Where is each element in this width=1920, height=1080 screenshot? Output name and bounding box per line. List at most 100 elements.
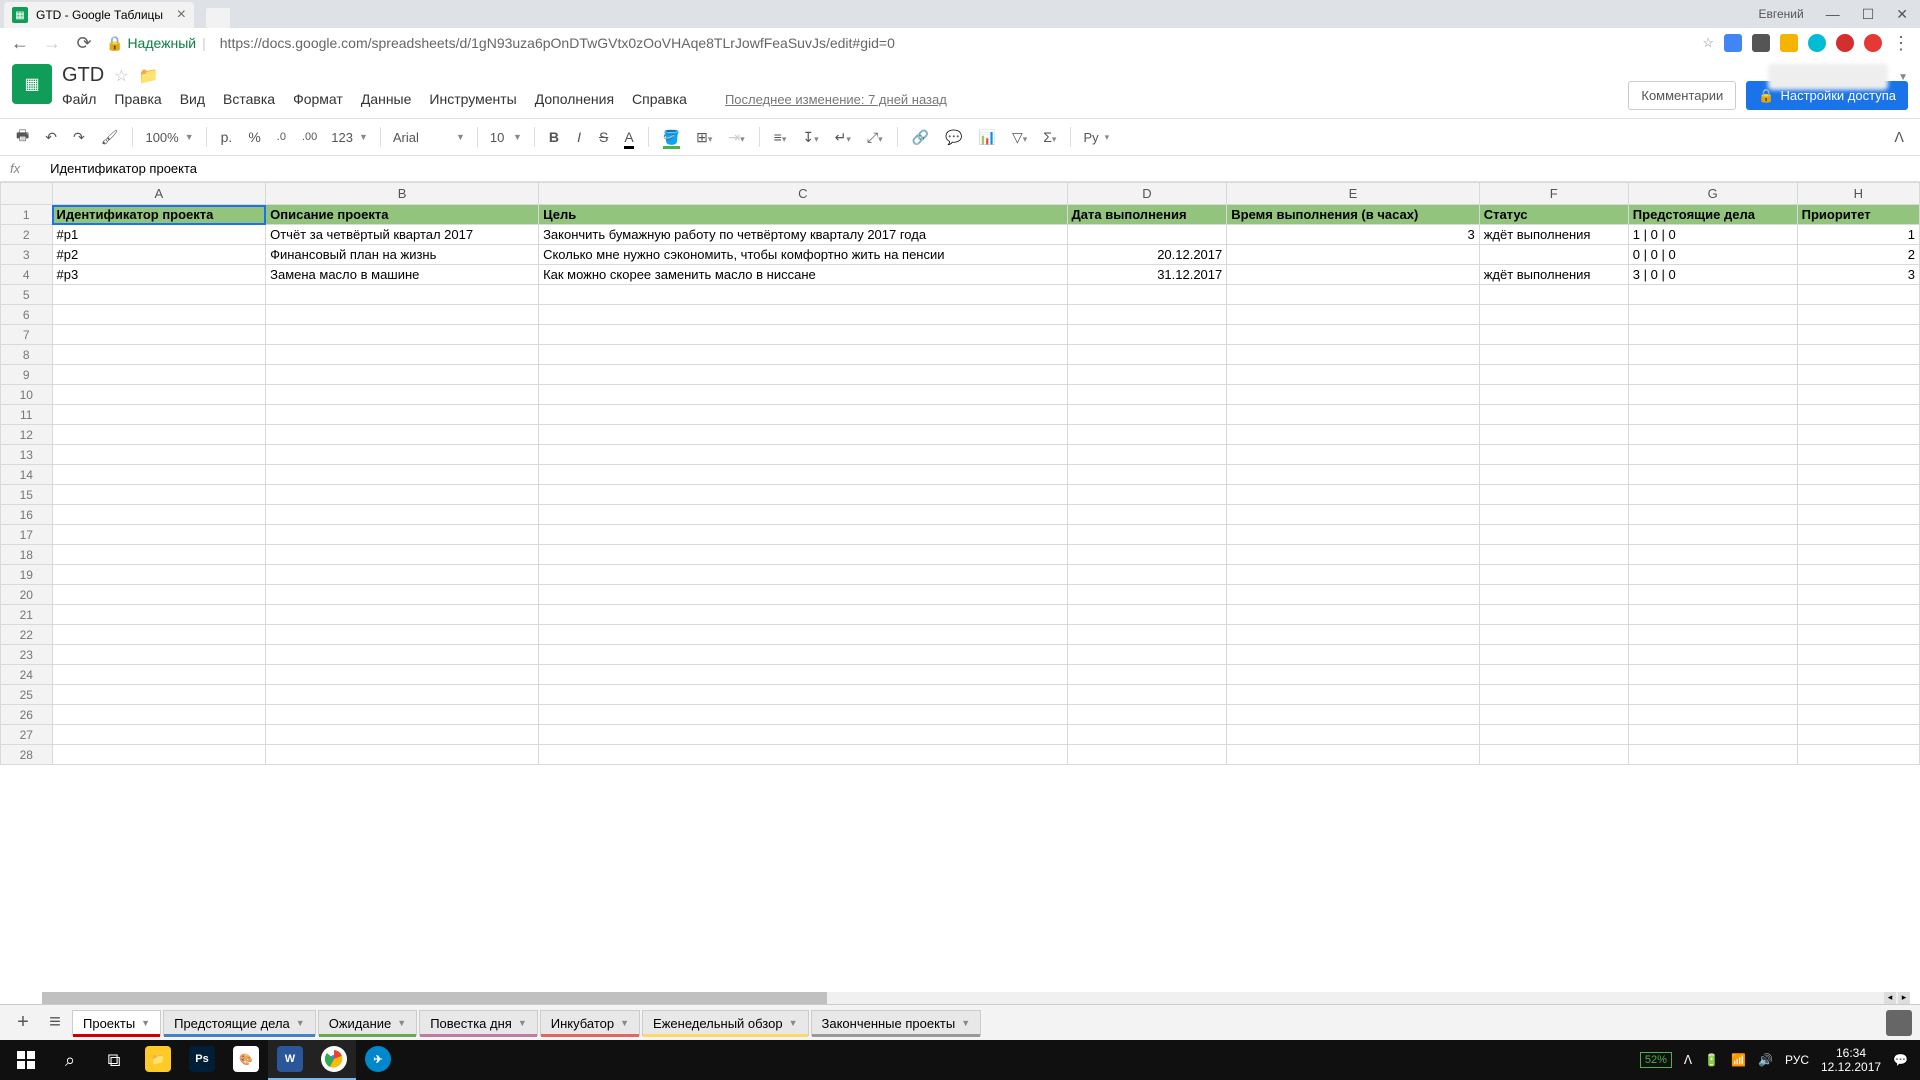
cell-H6[interactable] [1797, 305, 1919, 325]
cell-D27[interactable] [1067, 725, 1227, 745]
cell-E12[interactable] [1227, 425, 1479, 445]
cell-C14[interactable] [539, 465, 1067, 485]
cell-G19[interactable] [1628, 565, 1797, 585]
cell-G14[interactable] [1628, 465, 1797, 485]
document-title[interactable]: GTD [62, 64, 104, 87]
cell-G6[interactable] [1628, 305, 1797, 325]
sheet-tab[interactable]: Проекты▼ [72, 1010, 161, 1036]
cell-D12[interactable] [1067, 425, 1227, 445]
cell-E20[interactable] [1227, 585, 1479, 605]
close-tab-icon[interactable]: × [177, 6, 186, 24]
reload-icon[interactable]: ⟳ [74, 33, 94, 54]
cell-F25[interactable] [1479, 685, 1628, 705]
row-header-28[interactable]: 28 [1, 745, 53, 765]
cell-F9[interactable] [1479, 365, 1628, 385]
cell-E22[interactable] [1227, 625, 1479, 645]
cell-H11[interactable] [1797, 405, 1919, 425]
col-header-D[interactable]: D [1067, 183, 1227, 205]
sheet-tab-menu-icon[interactable]: ▼ [397, 1018, 406, 1028]
row-header-10[interactable]: 10 [1, 385, 53, 405]
cell-G22[interactable] [1628, 625, 1797, 645]
cell-D8[interactable] [1067, 345, 1227, 365]
cell-E16[interactable] [1227, 505, 1479, 525]
cell-E26[interactable] [1227, 705, 1479, 725]
cell-B12[interactable] [266, 425, 539, 445]
cell-H2[interactable]: 1 [1797, 225, 1919, 245]
cell-G3[interactable]: 0 | 0 | 0 [1628, 245, 1797, 265]
cell-H13[interactable] [1797, 445, 1919, 465]
cell-B15[interactable] [266, 485, 539, 505]
browser-tab[interactable]: ▦ GTD - Google Таблицы × [4, 2, 194, 28]
dec-decrease[interactable]: .0 [271, 127, 292, 147]
chrome-app[interactable] [312, 1040, 356, 1080]
cell-B8[interactable] [266, 345, 539, 365]
cell-B20[interactable] [266, 585, 539, 605]
cell-E2[interactable]: 3 [1227, 225, 1479, 245]
cell-E1[interactable]: Время выполнения (в часах) [1227, 205, 1479, 225]
row-header-13[interactable]: 13 [1, 445, 53, 465]
add-sheet-icon[interactable]: + [8, 1011, 38, 1034]
col-header-A[interactable]: A [52, 183, 266, 205]
row-header-11[interactable]: 11 [1, 405, 53, 425]
cell-A4[interactable]: #p3 [52, 265, 266, 285]
cell-H12[interactable] [1797, 425, 1919, 445]
zoom-select[interactable]: 100%▼ [141, 128, 197, 147]
row-header-18[interactable]: 18 [1, 545, 53, 565]
menu-data[interactable]: Данные [361, 91, 412, 107]
comment-icon[interactable]: 💬 [939, 125, 968, 150]
sheets-logo-icon[interactable]: ▦ [12, 64, 52, 104]
cell-F20[interactable] [1479, 585, 1628, 605]
col-header-C[interactable]: C [539, 183, 1067, 205]
wrap-icon[interactable]: ↵▾ [829, 125, 857, 150]
scroll-right-icon[interactable]: ▸ [1898, 992, 1910, 1004]
input-method[interactable]: Ру▾ [1079, 128, 1113, 147]
cell-D9[interactable] [1067, 365, 1227, 385]
cell-B26[interactable] [266, 705, 539, 725]
cell-B9[interactable] [266, 365, 539, 385]
cell-B16[interactable] [266, 505, 539, 525]
cell-F16[interactable] [1479, 505, 1628, 525]
battery-indicator[interactable]: 52% [1640, 1052, 1672, 1068]
row-header-5[interactable]: 5 [1, 285, 53, 305]
cell-F19[interactable] [1479, 565, 1628, 585]
functions-icon[interactable]: Σ▾ [1037, 125, 1062, 149]
menu-help[interactable]: Справка [632, 91, 687, 107]
cell-A10[interactable] [52, 385, 266, 405]
sheet-tab-menu-icon[interactable]: ▼ [961, 1018, 970, 1028]
cell-F23[interactable] [1479, 645, 1628, 665]
cell-E8[interactable] [1227, 345, 1479, 365]
cell-D11[interactable] [1067, 405, 1227, 425]
cell-D23[interactable] [1067, 645, 1227, 665]
row-header-24[interactable]: 24 [1, 665, 53, 685]
paint-format-icon[interactable]: 🖌 [95, 125, 125, 150]
spreadsheet-grid[interactable]: ABCDEFGH1Идентификатор проектаОписание п… [0, 182, 1920, 765]
cell-G25[interactable] [1628, 685, 1797, 705]
cell-F6[interactable] [1479, 305, 1628, 325]
cell-D2[interactable] [1067, 225, 1227, 245]
cell-A23[interactable] [52, 645, 266, 665]
row-header-4[interactable]: 4 [1, 265, 53, 285]
cell-D15[interactable] [1067, 485, 1227, 505]
cell-D21[interactable] [1067, 605, 1227, 625]
translate-ext-icon[interactable] [1724, 34, 1742, 52]
cell-A14[interactable] [52, 465, 266, 485]
cell-A26[interactable] [52, 705, 266, 725]
cell-E10[interactable] [1227, 385, 1479, 405]
cell-D18[interactable] [1067, 545, 1227, 565]
bold-icon[interactable]: B [543, 125, 565, 149]
cell-C28[interactable] [539, 745, 1067, 765]
row-header-15[interactable]: 15 [1, 485, 53, 505]
abp-ext-icon[interactable] [1836, 34, 1854, 52]
cell-D22[interactable] [1067, 625, 1227, 645]
menu-insert[interactable]: Вставка [223, 91, 275, 107]
cell-H4[interactable]: 3 [1797, 265, 1919, 285]
cell-G8[interactable] [1628, 345, 1797, 365]
sheet-tab-menu-icon[interactable]: ▼ [141, 1018, 150, 1028]
sheet-tab-menu-icon[interactable]: ▼ [620, 1018, 629, 1028]
cell-D17[interactable] [1067, 525, 1227, 545]
cell-G2[interactable]: 1 | 0 | 0 [1628, 225, 1797, 245]
chrome-user[interactable]: Евгений [1759, 7, 1804, 21]
menu-view[interactable]: Вид [180, 91, 205, 107]
cell-A20[interactable] [52, 585, 266, 605]
cell-B13[interactable] [266, 445, 539, 465]
